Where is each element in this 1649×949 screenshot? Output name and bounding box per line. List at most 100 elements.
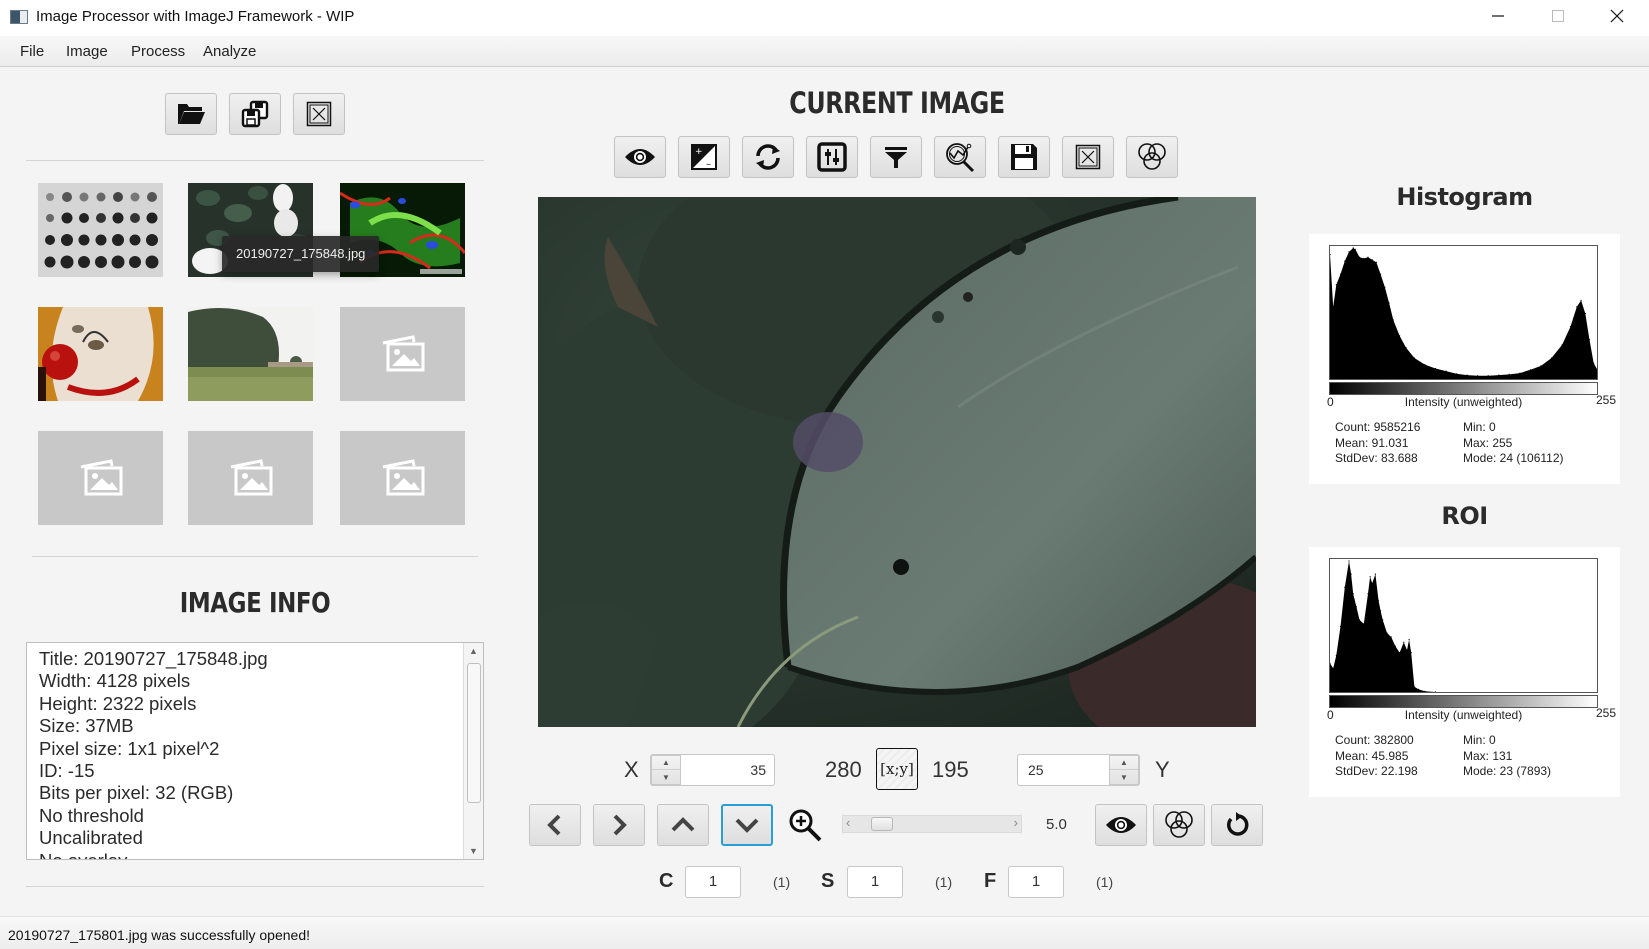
histogram-point bbox=[1410, 652, 1412, 654]
histogram-point bbox=[1424, 690, 1426, 692]
roi-channels-button[interactable] bbox=[1153, 804, 1205, 846]
close-image-button-main[interactable] bbox=[1062, 136, 1114, 178]
histogram-point bbox=[1498, 374, 1500, 376]
info-line: No threshold bbox=[39, 804, 144, 826]
histogram-point bbox=[1367, 593, 1369, 595]
info-scrollbar[interactable]: ▲ ▼ bbox=[463, 643, 483, 859]
histogram-point bbox=[1352, 593, 1354, 595]
histogram-point bbox=[1384, 286, 1386, 288]
nav-left-button[interactable] bbox=[529, 804, 581, 846]
zoom-slider[interactable]: ‹ › bbox=[842, 815, 1022, 833]
view-button[interactable] bbox=[614, 136, 666, 178]
coord-x: 280 bbox=[825, 757, 862, 782]
maximize-button[interactable] bbox=[1530, 0, 1586, 32]
x-spinner-arrows[interactable]: ▲ ▼ bbox=[651, 755, 681, 785]
y-value: 25 bbox=[1028, 762, 1044, 778]
eye-icon bbox=[625, 149, 655, 165]
menu-process[interactable]: Process bbox=[131, 43, 185, 60]
filter-button[interactable] bbox=[870, 136, 922, 178]
spin-down-icon[interactable]: ▼ bbox=[652, 770, 680, 784]
slice-input[interactable]: 1 bbox=[847, 866, 903, 898]
info-line: No overlay bbox=[39, 850, 268, 859]
open-button[interactable] bbox=[165, 93, 217, 135]
slider-left-icon[interactable]: ‹ bbox=[846, 815, 850, 830]
thumbnail-empty[interactable] bbox=[340, 431, 465, 525]
show-roi-button[interactable] bbox=[1095, 804, 1147, 846]
reset-button[interactable] bbox=[1211, 804, 1263, 846]
histogram-point bbox=[1540, 365, 1542, 367]
brightness-contrast-button[interactable]: + – bbox=[678, 136, 730, 178]
refresh-icon bbox=[756, 144, 780, 170]
histogram-point bbox=[1593, 362, 1595, 364]
thumbnail-tree-field[interactable] bbox=[188, 307, 313, 401]
histogram-point bbox=[1377, 599, 1380, 601]
close-image-icon bbox=[306, 101, 332, 127]
nav-up-button[interactable] bbox=[657, 804, 709, 846]
histogram-gradient-ramp bbox=[1329, 382, 1598, 395]
zoom-slider-thumb[interactable] bbox=[871, 817, 894, 831]
menu-analyze[interactable]: Analyze bbox=[203, 43, 256, 60]
coord-y: 195 bbox=[932, 757, 969, 782]
histogram-point bbox=[1408, 639, 1410, 641]
adjust-button[interactable] bbox=[806, 136, 858, 178]
spin-down-icon[interactable]: ▼ bbox=[1110, 770, 1138, 784]
xy-button[interactable]: [x;y] bbox=[876, 748, 918, 790]
x-value: 35 bbox=[750, 762, 766, 778]
histogram-point bbox=[1399, 335, 1401, 337]
thumbnail-empty[interactable] bbox=[188, 431, 313, 525]
histogram-point bbox=[1477, 375, 1479, 377]
menu-file[interactable]: File bbox=[20, 43, 44, 60]
thumbnail-dot-array[interactable] bbox=[38, 183, 163, 277]
current-image-canvas[interactable] bbox=[538, 197, 1256, 727]
histogram-point bbox=[1418, 688, 1420, 690]
spin-up-icon[interactable]: ▲ bbox=[652, 756, 680, 770]
histogram-point bbox=[1580, 299, 1582, 301]
histogram-point bbox=[1487, 375, 1489, 377]
chevron-up-icon bbox=[671, 817, 695, 832]
image-info-textarea[interactable]: Title: 20190727_175848.jpg Width: 4128 p… bbox=[26, 642, 484, 860]
current-image-heading: CURRENT IMAGE bbox=[789, 86, 1005, 120]
minimize-button[interactable] bbox=[1470, 0, 1526, 32]
roi-heading: ROI bbox=[1441, 502, 1488, 530]
scroll-down-icon[interactable]: ▼ bbox=[469, 846, 478, 856]
histogram-point bbox=[1561, 344, 1563, 346]
histogram-point bbox=[1352, 247, 1354, 249]
histogram-point bbox=[1466, 374, 1468, 376]
stat-mean: Mean: 45.985 bbox=[1335, 748, 1409, 763]
image-placeholder-icon bbox=[80, 459, 122, 496]
thumbnail-clown[interactable] bbox=[38, 307, 163, 401]
histogram-point bbox=[1403, 641, 1405, 643]
roi-histogram-chart bbox=[1330, 560, 1597, 692]
scroll-up-icon[interactable]: ▲ bbox=[469, 646, 478, 656]
histogram-point bbox=[1508, 373, 1510, 375]
thumbnail-empty[interactable] bbox=[38, 431, 163, 525]
histogram-point bbox=[1588, 339, 1591, 341]
close-image-button[interactable] bbox=[293, 93, 345, 135]
histogram-point bbox=[1350, 573, 1352, 575]
analyze-button[interactable] bbox=[934, 136, 986, 178]
channels-button[interactable] bbox=[1126, 136, 1178, 178]
histogram-area bbox=[1330, 248, 1597, 379]
spin-up-icon[interactable]: ▲ bbox=[1110, 756, 1138, 770]
nav-right-button[interactable] bbox=[593, 804, 645, 846]
y-spinner[interactable]: 25 ▲ ▼ bbox=[1017, 754, 1140, 786]
histogram-axis-label: Intensity (unweighted) bbox=[1404, 395, 1523, 409]
channel-input[interactable]: 1 bbox=[685, 866, 741, 898]
rotate-button[interactable] bbox=[742, 136, 794, 178]
scrollbar-thumb[interactable] bbox=[467, 663, 481, 803]
close-window-button[interactable] bbox=[1589, 0, 1645, 32]
save-button[interactable] bbox=[998, 136, 1050, 178]
info-line: Size: 37MB bbox=[39, 715, 134, 737]
slider-right-icon[interactable]: › bbox=[1014, 815, 1018, 830]
window-title: Image Processor with ImageJ Framework - … bbox=[36, 8, 355, 25]
x-spinner[interactable]: ▲ ▼ 35 bbox=[650, 754, 775, 786]
menu-bar: File Image Process Analyze bbox=[0, 36, 1649, 67]
histogram-plot bbox=[1329, 245, 1598, 380]
menu-image[interactable]: Image bbox=[66, 43, 108, 60]
zoom-button[interactable] bbox=[786, 806, 826, 846]
frame-input[interactable]: 1 bbox=[1008, 866, 1064, 898]
thumbnail-empty[interactable] bbox=[340, 307, 465, 401]
save-all-button[interactable] bbox=[229, 93, 281, 135]
nav-down-button[interactable] bbox=[721, 804, 773, 846]
y-spinner-arrows[interactable]: ▲ ▼ bbox=[1109, 755, 1139, 785]
